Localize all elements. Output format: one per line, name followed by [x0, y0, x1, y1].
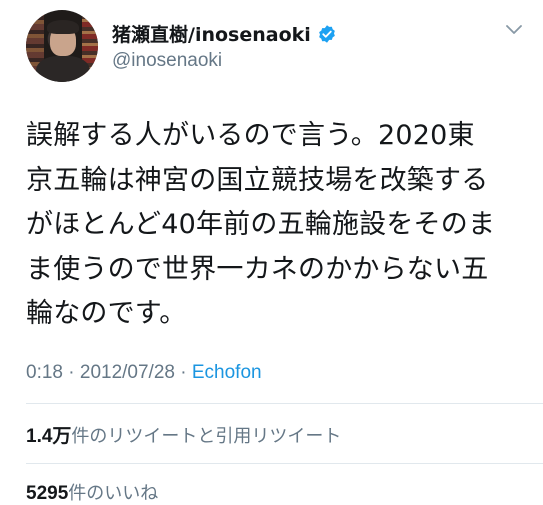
tweet-meta: 0:18 · 2012/07/28 · Echofon: [26, 362, 262, 384]
tweet-text-line: 誤解する人がいるので言う。2020東: [26, 120, 475, 151]
display-name-text: 猪瀬直樹/inosenaoki: [112, 24, 311, 46]
retweets-label: 件のリツイートと引用リツイート: [71, 426, 342, 447]
verified-badge-icon: [318, 24, 335, 43]
tweet-time[interactable]: 0:18: [26, 362, 63, 383]
tweet-date[interactable]: 2012/07/28: [80, 362, 175, 383]
tweet-text: 誤解する人がいるので言う。2020東 京五輪は神宮の国立競技場を改築する がほと…: [26, 114, 526, 337]
likes-stat[interactable]: 5295件のいいね: [26, 479, 158, 505]
tweet-text-line: ま使うので世界一カネのかからない五: [26, 253, 489, 285]
user-handle[interactable]: @inosenaoki: [112, 50, 222, 72]
tweet-text-line: 輪なのです。: [26, 298, 187, 329]
tweet-text-line: 京五輪は神宮の国立競技場を改築する: [26, 164, 489, 196]
chevron-down-icon[interactable]: [505, 24, 523, 36]
tweet-source-link[interactable]: Echofon: [192, 362, 262, 383]
tweet-text-line: がほとんど40年前の五輪施設をそのま: [26, 209, 496, 240]
divider: [26, 463, 543, 464]
tweet-card: 猪瀬直樹/inosenaoki @inosenaoki 誤解する人がいるので言う…: [0, 0, 543, 505]
likes-label: 件のいいね: [68, 483, 159, 504]
avatar[interactable]: [26, 10, 98, 82]
avatar-hair: [47, 20, 79, 34]
meta-separator: ·: [68, 362, 75, 383]
avatar-body: [36, 56, 90, 82]
likes-count: 5295: [26, 483, 69, 504]
display-name[interactable]: 猪瀬直樹/inosenaoki: [112, 20, 337, 47]
divider: [26, 403, 543, 404]
meta-separator: ·: [180, 362, 187, 383]
retweets-stat[interactable]: 1.4万件のリツイートと引用リツイート: [26, 421, 341, 448]
retweets-count: 1.4万: [26, 426, 72, 447]
